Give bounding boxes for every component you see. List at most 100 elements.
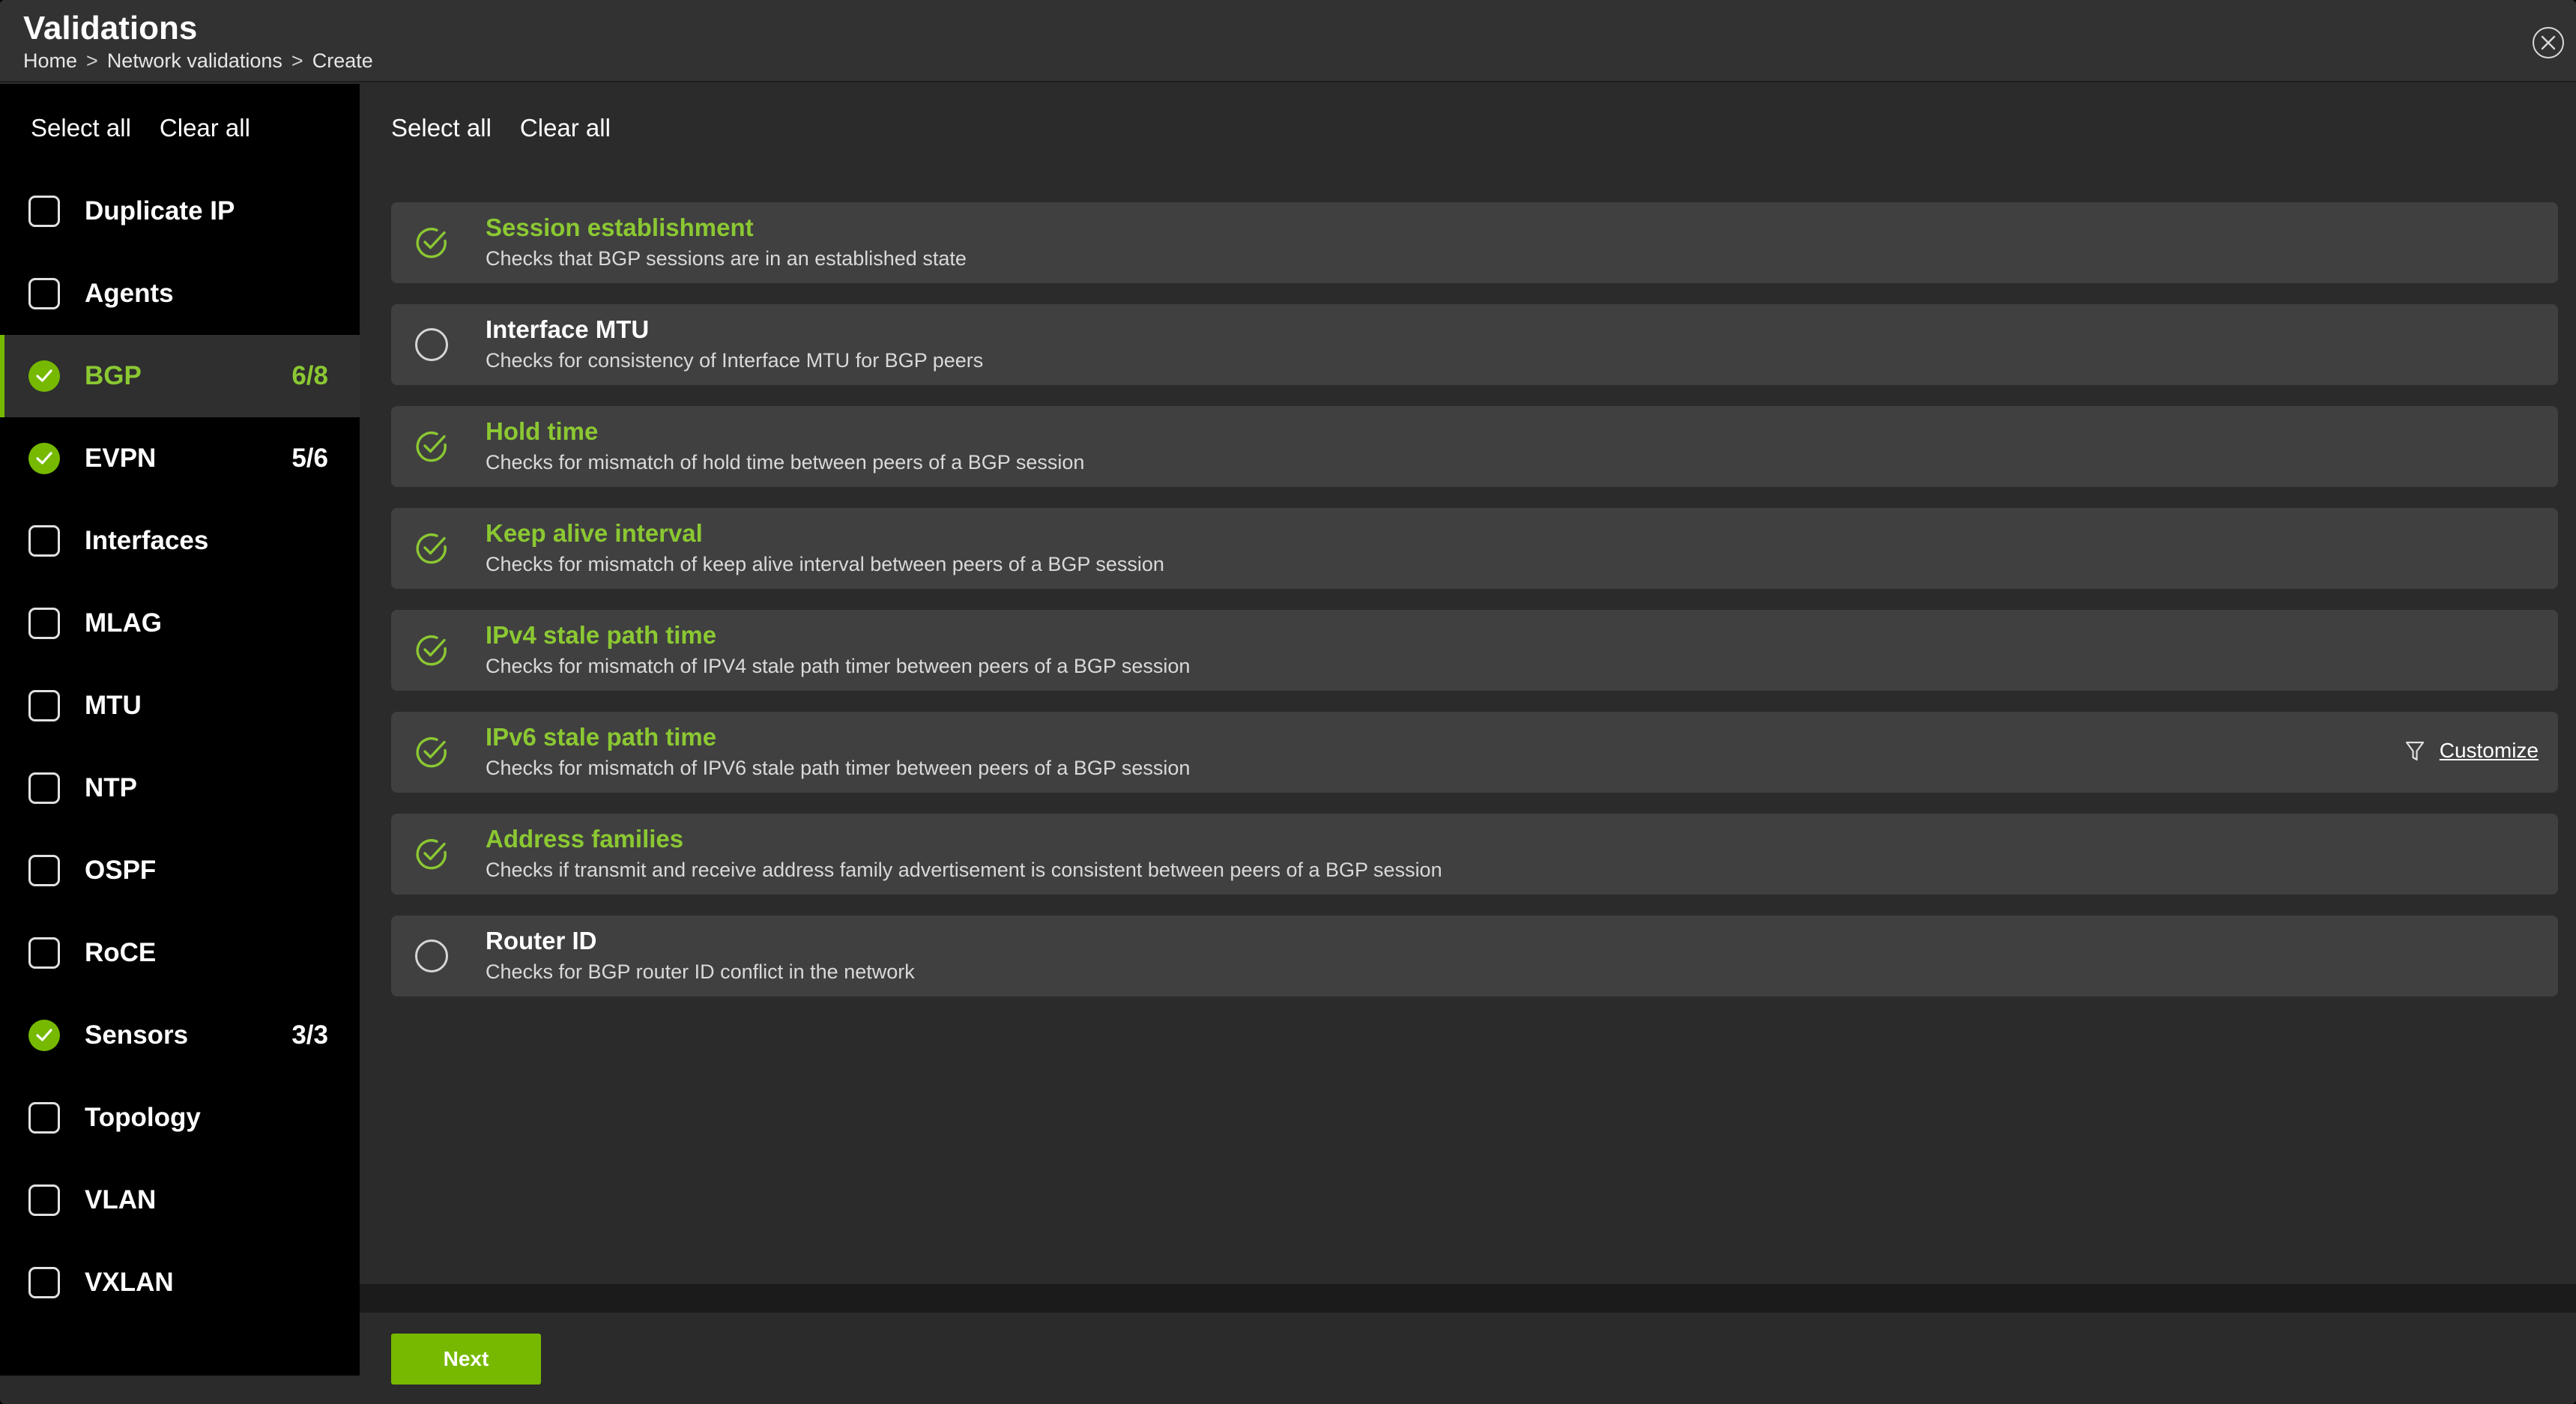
sidebar-item-label: Sensors: [85, 1020, 189, 1050]
breadcrumb-network-validations[interactable]: Network validations: [107, 49, 282, 72]
sidebar-item-label: Agents: [85, 279, 174, 308]
sidebar-item-label: Interfaces: [85, 526, 209, 555]
checkbox-icon[interactable]: [28, 772, 60, 804]
validation-description: Checks if transmit and receive address f…: [486, 859, 1442, 881]
validation-title: IPv6 stale path time: [486, 723, 717, 751]
check-circle-icon[interactable]: [415, 634, 448, 667]
validation-description: Checks that BGP sessions are in an estab…: [486, 247, 967, 270]
validation-title: Hold time: [486, 417, 599, 445]
sidebar-item-vlan[interactable]: VLAN: [0, 1159, 360, 1241]
checkbox-icon[interactable]: [28, 1184, 60, 1216]
sidebar-item-label: BGP: [85, 361, 142, 390]
checkbox-icon[interactable]: [28, 937, 60, 969]
check-circle-icon[interactable]: [415, 226, 448, 259]
main-clear-all-button[interactable]: Clear all: [520, 114, 611, 142]
validation-row-interface-mtu[interactable]: Interface MTU Checks for consistency of I…: [391, 304, 2558, 385]
checkbox-icon[interactable]: [28, 1267, 60, 1298]
check-circle-icon[interactable]: [415, 736, 448, 769]
validation-row-ipv6-stale-path-time[interactable]: IPv6 stale path time Checks for mismatch …: [391, 712, 2558, 793]
sidebar-item-ntp[interactable]: NTP: [0, 747, 360, 829]
main-select-all-button[interactable]: Select all: [391, 114, 492, 142]
sidebar-item-label: MLAG: [85, 608, 163, 638]
sidebar-item-duplicate-ip[interactable]: Duplicate IP: [0, 170, 360, 252]
header: Validations Home > Network validations > Cre…: [0, 0, 2576, 82]
sidebar-item-count: 3/3: [291, 1020, 328, 1050]
breadcrumb-create: Create: [312, 49, 373, 72]
validation-title: Interface MTU: [486, 315, 650, 343]
checkbox-icon[interactable]: [28, 278, 60, 309]
customize-link[interactable]: Customize: [2405, 739, 2539, 763]
breadcrumb: Home > Network validations > Create: [23, 48, 373, 73]
validation-title: Keep alive interval: [486, 519, 703, 547]
check-circle-icon[interactable]: [415, 430, 448, 463]
check-circle-icon[interactable]: [415, 838, 448, 871]
sidebar-item-vxlan[interactable]: VXLAN: [0, 1241, 360, 1324]
next-button[interactable]: Next: [391, 1334, 541, 1385]
sidebar-item-label: RoCE: [85, 938, 157, 967]
category-sidebar: Select all Clear all Duplicate IP Agents BG…: [0, 84, 360, 1376]
check-circle-icon[interactable]: [415, 532, 448, 565]
validation-title: Router ID: [486, 927, 597, 954]
sidebar-item-label: Duplicate IP: [85, 196, 235, 226]
sidebar-item-roce[interactable]: RoCE: [0, 912, 360, 994]
validation-description: Checks for mismatch of IPV4 stale path t…: [486, 655, 1191, 677]
validation-description: Checks for mismatch of keep alive interv…: [486, 553, 1164, 575]
sidebar-item-count: 5/6: [291, 444, 328, 473]
checkbox-icon[interactable]: [28, 1102, 60, 1134]
sidebar-item-evpn[interactable]: EVPN 5/6: [0, 417, 360, 500]
validation-description: Checks for mismatch of hold time between…: [486, 451, 1085, 473]
checkbox-icon[interactable]: [28, 855, 60, 886]
filter-icon: [2405, 741, 2424, 761]
sidebar-item-mlag[interactable]: MLAG: [0, 582, 360, 665]
checkbox-checked-icon[interactable]: [28, 360, 60, 392]
validation-title: Session establishment: [486, 214, 754, 241]
validation-row-session-establishment[interactable]: Session establishment Checks that BGP ses…: [391, 202, 2558, 283]
checkbox-checked-icon[interactable]: [28, 443, 60, 474]
validation-row-hold-time[interactable]: Hold time Checks for mismatch of hold tim…: [391, 406, 2558, 487]
radio-empty-icon[interactable]: [415, 328, 448, 361]
validation-description: Checks for mismatch of IPV6 stale path t…: [486, 757, 1191, 779]
checkbox-icon[interactable]: [28, 196, 60, 227]
validation-description: Checks for consistency of Interface MTU …: [486, 349, 984, 372]
sidebar-item-label: EVPN: [85, 444, 157, 473]
checkbox-icon[interactable]: [28, 525, 60, 557]
sidebar-item-sensors[interactable]: Sensors 3/3: [0, 994, 360, 1077]
footer: Next: [360, 1313, 2576, 1404]
breadcrumb-separator: >: [291, 49, 303, 72]
sidebar-item-label: VXLAN: [85, 1268, 174, 1297]
validation-row-ipv4-stale-path-time[interactable]: IPv4 stale path time Checks for mismatch …: [391, 610, 2558, 691]
main-actions: Select all Clear all: [391, 114, 639, 142]
validation-description: Checks for BGP router ID conflict in the…: [486, 960, 915, 983]
sidebar-item-count: 6/8: [291, 361, 328, 390]
sidebar-item-topology[interactable]: Topology: [0, 1077, 360, 1159]
page-title: Validations: [23, 10, 198, 46]
sidebar-item-label: NTP: [85, 773, 137, 802]
sidebar-select-all-button[interactable]: Select all: [31, 114, 131, 142]
sidebar-item-label: Topology: [85, 1103, 201, 1132]
breadcrumb-home[interactable]: Home: [23, 49, 77, 72]
validation-row-address-families[interactable]: Address families Checks if transmit and r…: [391, 814, 2558, 895]
validation-row-keep-alive-interval[interactable]: Keep alive interval Checks for mismatch o…: [391, 508, 2558, 589]
validations-window: Validations Home > Network validations > Cre…: [0, 0, 2576, 1404]
sidebar-item-mtu[interactable]: MTU: [0, 665, 360, 747]
checkbox-checked-icon[interactable]: [28, 1020, 60, 1051]
sidebar-item-ospf[interactable]: OSPF: [0, 829, 360, 912]
validation-row-router-id[interactable]: Router ID Checks for BGP router ID confli…: [391, 916, 2558, 996]
sidebar-item-label: OSPF: [85, 856, 157, 885]
close-icon: [2541, 35, 2556, 50]
validation-title: Address families: [486, 825, 684, 853]
sidebar-actions: Select all Clear all: [31, 114, 279, 142]
checkbox-icon[interactable]: [28, 690, 60, 721]
sidebar-item-interfaces[interactable]: Interfaces: [0, 500, 360, 582]
sidebar-item-label: VLAN: [85, 1185, 157, 1214]
close-button[interactable]: [2533, 27, 2564, 58]
breadcrumb-separator: >: [86, 49, 98, 72]
sidebar-clear-all-button[interactable]: Clear all: [160, 114, 250, 142]
sidebar-item-bgp[interactable]: BGP 6/8: [0, 335, 360, 417]
radio-empty-icon[interactable]: [415, 939, 448, 972]
sidebar-item-label: MTU: [85, 691, 142, 720]
footer-divider: [360, 1284, 2576, 1313]
checkbox-icon[interactable]: [28, 608, 60, 639]
sidebar-item-agents[interactable]: Agents: [0, 252, 360, 335]
validation-title: IPv4 stale path time: [486, 621, 717, 649]
